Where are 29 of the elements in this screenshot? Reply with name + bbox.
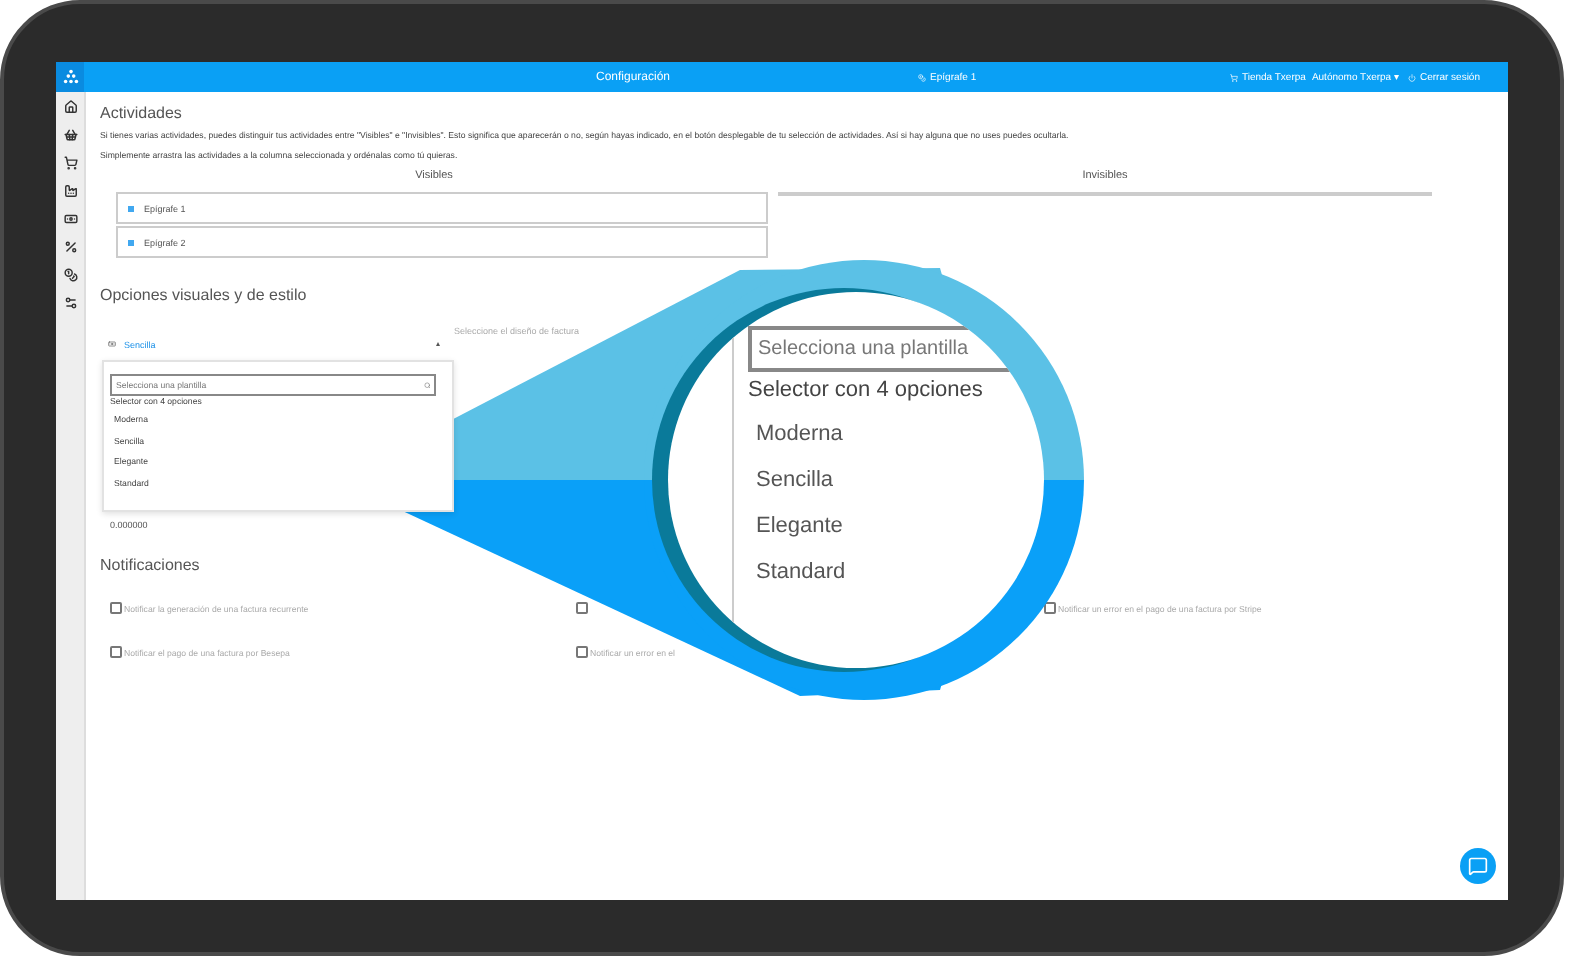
power-icon [1407,73,1416,81]
cart-icon [1229,73,1238,81]
template-icon [108,340,116,348]
checkbox[interactable] [576,646,588,658]
dropdown-option: Sencilla [748,458,1044,504]
dropdown-option: Elegante [748,504,1044,550]
factory-icon[interactable] [63,184,77,198]
checkbox[interactable] [110,646,122,658]
dropdown-option: Standard [748,550,1044,596]
dropdown-option: Moderna [748,412,1044,458]
chat-icon [1468,856,1488,876]
checkbox[interactable] [576,602,588,614]
basket-icon[interactable] [63,128,77,142]
search-icon [423,381,430,389]
percent-icon[interactable] [63,240,77,254]
settings-icon[interactable] [63,296,77,310]
section-title: Opciones visuales y de estilo [100,286,307,306]
section-title: Notificaciones [100,556,200,576]
banknote-icon[interactable] [63,212,77,226]
coins-icon[interactable] [63,268,77,282]
home-icon[interactable] [63,100,77,114]
checkbox[interactable] [110,602,122,614]
section-title: Actividades [100,104,182,124]
checkbox[interactable] [1044,602,1056,614]
logo-icon [56,62,84,92]
chat-button[interactable] [1460,848,1496,884]
options-count: Selector con 4 opciones [748,378,985,404]
coin-icon [918,73,927,81]
cart-icon[interactable] [63,156,77,170]
